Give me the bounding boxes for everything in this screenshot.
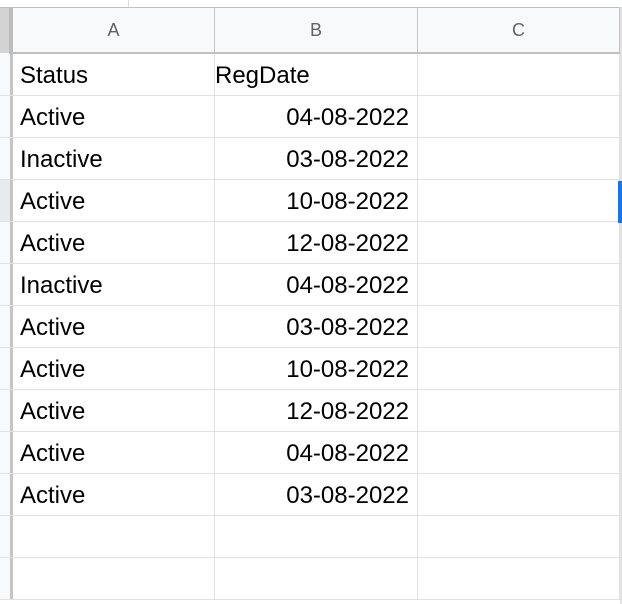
- row-header[interactable]: [0, 138, 13, 179]
- column-header-b[interactable]: B: [215, 8, 418, 53]
- cell-empty[interactable]: [418, 432, 620, 473]
- cell-empty[interactable]: [418, 390, 620, 431]
- cell-empty[interactable]: [418, 306, 620, 347]
- cell-status[interactable]: Active: [13, 390, 215, 431]
- cell-empty[interactable]: [418, 516, 620, 557]
- cell-regdate[interactable]: 10-08-2022: [215, 180, 418, 221]
- cell-empty[interactable]: [418, 138, 620, 179]
- cell-status[interactable]: Active: [13, 96, 215, 137]
- cell-status[interactable]: Active: [13, 222, 215, 263]
- cell-regdate[interactable]: 03-08-2022: [215, 306, 418, 347]
- table-row: Active 12-08-2022: [0, 390, 622, 432]
- cell-status[interactable]: Active: [13, 474, 215, 515]
- cell-empty[interactable]: [215, 516, 418, 557]
- column-header-a[interactable]: A: [13, 8, 215, 53]
- select-all-corner[interactable]: [0, 8, 13, 55]
- cell-status[interactable]: Active: [13, 432, 215, 473]
- table-row: Inactive 03-08-2022: [0, 138, 622, 180]
- table-row: [0, 558, 622, 600]
- header-data-row: Status RegDate: [0, 54, 622, 96]
- cell-regdate[interactable]: 12-08-2022: [215, 390, 418, 431]
- column-header-c[interactable]: C: [418, 8, 620, 53]
- cell-regdate[interactable]: 12-08-2022: [215, 222, 418, 263]
- cell-empty[interactable]: [418, 222, 620, 263]
- table-row: Inactive 04-08-2022: [0, 264, 622, 306]
- divider: [128, 0, 129, 7]
- table-row: Active 03-08-2022: [0, 474, 622, 516]
- row-header[interactable]: [0, 306, 13, 347]
- cell-empty[interactable]: [418, 348, 620, 389]
- row-header[interactable]: [0, 558, 13, 599]
- table-row: Active 12-08-2022: [0, 222, 622, 264]
- toolbar-edge: [0, 0, 622, 7]
- cell-empty[interactable]: [418, 180, 620, 221]
- cell-regdate[interactable]: 03-08-2022: [215, 138, 418, 179]
- cell-status[interactable]: Inactive: [13, 138, 215, 179]
- table-row: Active 03-08-2022: [0, 306, 622, 348]
- selection-indicator: [618, 181, 622, 223]
- row-header[interactable]: [0, 54, 13, 95]
- cell-status[interactable]: Inactive: [13, 264, 215, 305]
- row-header[interactable]: [0, 432, 13, 473]
- cell-regdate[interactable]: 04-08-2022: [215, 264, 418, 305]
- cell-regdate[interactable]: 03-08-2022: [215, 474, 418, 515]
- cell-status-header[interactable]: Status: [13, 54, 215, 95]
- table-row: Active 04-08-2022: [0, 96, 622, 138]
- cell-empty[interactable]: [13, 516, 215, 557]
- table-row: [0, 516, 622, 558]
- cell-regdate[interactable]: 04-08-2022: [215, 96, 418, 137]
- cell-regdate[interactable]: 10-08-2022: [215, 348, 418, 389]
- cell-status[interactable]: Active: [13, 306, 215, 347]
- cell-empty[interactable]: [418, 54, 620, 95]
- row-header[interactable]: [0, 390, 13, 431]
- cell-empty[interactable]: [215, 558, 418, 599]
- cell-regdate[interactable]: 04-08-2022: [215, 432, 418, 473]
- cell-regdate-header[interactable]: RegDate: [215, 54, 418, 95]
- cell-empty[interactable]: [418, 558, 620, 599]
- cell-empty[interactable]: [13, 558, 215, 599]
- row-header[interactable]: [0, 264, 13, 305]
- table-row: Active 10-08-2022: [0, 348, 622, 390]
- cell-empty[interactable]: [418, 474, 620, 515]
- cell-empty[interactable]: [418, 264, 620, 305]
- cell-status[interactable]: Active: [13, 180, 215, 221]
- row-header[interactable]: [0, 222, 13, 263]
- row-header[interactable]: [0, 348, 13, 389]
- table-row: Active 04-08-2022: [0, 432, 622, 474]
- row-header[interactable]: [0, 180, 13, 221]
- cell-empty[interactable]: [418, 96, 620, 137]
- row-header[interactable]: [0, 474, 13, 515]
- column-header-row: A B C: [0, 7, 622, 55]
- row-header[interactable]: [0, 516, 13, 557]
- row-header[interactable]: [0, 96, 13, 137]
- cell-status[interactable]: Active: [13, 348, 215, 389]
- table-row: Active 10-08-2022: [0, 180, 622, 222]
- corner-shade: [0, 8, 9, 53]
